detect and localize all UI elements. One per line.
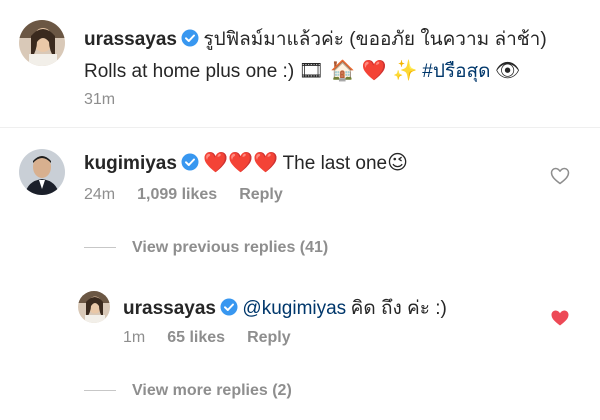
comment-avatar[interactable]	[19, 149, 65, 195]
caption-text-thai: รูปฟิลม์มาแล้วค่ะ (ขออภัย ในความ ล่าช้า)	[203, 29, 547, 50]
reply-username[interactable]: urassayas	[123, 298, 216, 319]
caption-username[interactable]: urassayas	[84, 29, 177, 50]
view-more-label: View more replies (2)	[132, 382, 292, 399]
caption-line-2: Rolls at home plus one :) 🎞 🏠 ❤️ ✨ #ปรือ…	[84, 56, 520, 86]
verified-badge-icon	[181, 153, 199, 171]
view-more-replies-button[interactable]: View more replies (2)	[84, 382, 292, 400]
caption-line-1: urassayas รูปฟิลม์มาแล้วค่ะ (ขออภัย ในคว…	[84, 24, 547, 54]
like-heart-outline-icon[interactable]	[550, 167, 570, 185]
replies-line	[84, 247, 116, 249]
wink-emoji: 😉	[387, 150, 408, 174]
comment-text: The last one	[282, 153, 388, 174]
divider	[0, 127, 600, 128]
comment-username[interactable]: kugimiyas	[84, 153, 177, 174]
view-previous-label: View previous replies (41)	[132, 239, 329, 256]
comment-time[interactable]: 24m	[84, 186, 115, 203]
verified-badge-icon	[220, 298, 238, 316]
reply-reply-button[interactable]: Reply	[247, 329, 291, 346]
comment-meta: 24m 1,099 likes Reply	[84, 186, 305, 204]
comment-hearts: ❤️❤️❤️	[203, 150, 279, 174]
reply-likes[interactable]: 65 likes	[167, 329, 225, 346]
reply-time[interactable]: 1m	[123, 329, 145, 346]
reply-mention[interactable]: @kugimiyas	[242, 298, 346, 319]
caption-text: Rolls at home plus one :)	[84, 61, 295, 82]
verified-badge-icon	[181, 29, 199, 47]
caption-emojis: 🎞 🏠 ❤️ ✨	[298, 58, 418, 82]
reply-meta: 1m 65 likes Reply	[123, 329, 313, 347]
comment-line: kugimiyas ❤️❤️❤️ The last one😉	[84, 150, 408, 175]
replies-line	[84, 390, 116, 392]
comment-reply-button[interactable]: Reply	[239, 186, 283, 203]
comment-likes[interactable]: 1,099 likes	[137, 186, 217, 203]
caption-hashtag[interactable]: #ปรือสุด	[422, 61, 490, 82]
eye-emoji: 👁	[494, 58, 521, 82]
caption-avatar[interactable]	[19, 20, 65, 66]
reply-text: คิด ถึง ค่ะ :)	[350, 298, 447, 319]
caption-meta: 31m	[84, 91, 137, 109]
reply-line: urassayas @kugimiyas คิด ถึง ค่ะ :)	[123, 293, 447, 323]
liked-heart-icon[interactable]	[550, 309, 570, 327]
reply-avatar[interactable]	[78, 291, 110, 323]
view-previous-replies-button[interactable]: View previous replies (41)	[84, 239, 328, 257]
caption-time[interactable]: 31m	[84, 91, 115, 108]
